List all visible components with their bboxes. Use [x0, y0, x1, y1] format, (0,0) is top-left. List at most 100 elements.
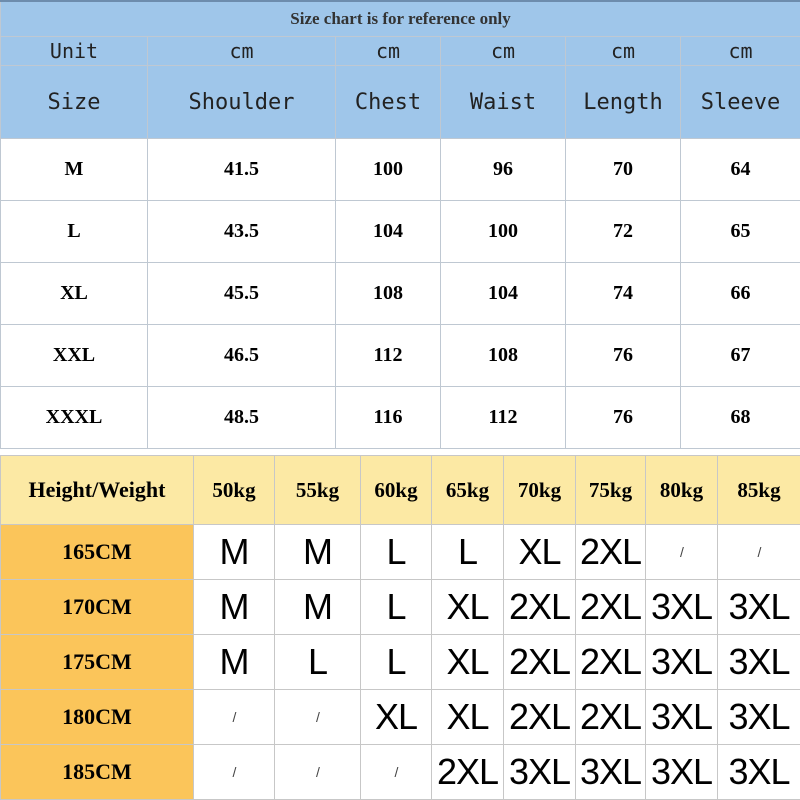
size-recommendation: 2XL — [575, 689, 646, 745]
size-recommendation: 3XL — [717, 634, 800, 690]
unit-cell: cm — [147, 36, 336, 66]
height-cell: 185CM — [0, 744, 194, 800]
size-recommendation: / — [193, 689, 275, 745]
table-caption: Size chart is for reference only — [0, 0, 800, 37]
table-cell: 100 — [335, 138, 441, 201]
table-cell: 66 — [679, 262, 800, 325]
weight-header: 65kg — [431, 455, 504, 525]
table-row: M 41.5 100 96 70 64 — [0, 138, 800, 201]
size-recommendation: 3XL — [645, 744, 718, 800]
height-cell: 175CM — [0, 634, 194, 690]
size-recommendation: 2XL — [575, 634, 646, 690]
size-cell: XXXL — [0, 386, 148, 449]
table-row: 185CM / / / 2XL 3XL 3XL 3XL 3XL — [0, 744, 800, 800]
table-cell: 108 — [335, 262, 441, 325]
size-recommendation: 2XL — [503, 634, 576, 690]
table-row: 170CM M M L XL 2XL 2XL 3XL 3XL — [0, 579, 800, 635]
unit-row: Unit cm cm cm cm cm — [0, 36, 800, 66]
size-recommendation: 3XL — [717, 744, 800, 800]
size-recommendation: XL — [431, 689, 504, 745]
table-cell: 74 — [565, 262, 681, 325]
table-row: 180CM / / XL XL 2XL 2XL 3XL 3XL — [0, 689, 800, 745]
size-recommendation: / — [274, 744, 361, 800]
table-cell: 104 — [440, 262, 566, 325]
size-cell: XL — [0, 262, 148, 325]
size-recommendation: L — [431, 524, 504, 580]
table-cell: 46.5 — [147, 324, 336, 387]
size-recommendation: XL — [431, 634, 504, 690]
unit-cell: cm — [440, 36, 566, 66]
size-recommendation: 3XL — [645, 689, 718, 745]
size-recommendation: M — [193, 634, 275, 690]
height-cell: 180CM — [0, 689, 194, 745]
height-weight-table: Height/Weight 50kg 55kg 60kg 65kg 70kg 7… — [0, 455, 800, 800]
table-cell: 100 — [440, 200, 566, 263]
column-header-sleeve: Sleeve — [679, 65, 800, 139]
size-recommendation: L — [360, 579, 432, 635]
table-row: 175CM M L L XL 2XL 2XL 3XL 3XL — [0, 634, 800, 690]
size-recommendation: M — [193, 524, 275, 580]
unit-label: Unit — [0, 36, 148, 66]
column-header-chest: Chest — [335, 65, 441, 139]
table-cell: 48.5 — [147, 386, 336, 449]
weight-header: 70kg — [503, 455, 576, 525]
weight-header: 50kg — [193, 455, 275, 525]
table-row: 165CM M M L L XL 2XL / / — [0, 524, 800, 580]
size-recommendation: 3XL — [575, 744, 646, 800]
table-cell: 45.5 — [147, 262, 336, 325]
size-recommendation: XL — [503, 524, 576, 580]
table-cell: 76 — [565, 386, 681, 449]
table-cell: 41.5 — [147, 138, 336, 201]
unit-cell: cm — [679, 36, 800, 66]
height-cell: 170CM — [0, 579, 194, 635]
size-recommendation: 3XL — [503, 744, 576, 800]
size-recommendation: / — [645, 524, 718, 580]
weight-header-row: Height/Weight 50kg 55kg 60kg 65kg 70kg 7… — [0, 455, 800, 525]
size-recommendation: 3XL — [645, 634, 718, 690]
column-header-size: Size — [0, 65, 148, 139]
size-recommendation: M — [193, 579, 275, 635]
column-header-waist: Waist — [440, 65, 566, 139]
column-header-row: Size Shoulder Chest Waist Length Sleeve — [0, 65, 800, 139]
table-cell: 108 — [440, 324, 566, 387]
height-weight-label: Height/Weight — [0, 455, 194, 525]
table-cell: 72 — [565, 200, 681, 263]
size-recommendation: 2XL — [431, 744, 504, 800]
table-cell: 70 — [565, 138, 681, 201]
size-recommendation: M — [274, 579, 361, 635]
size-recommendation: 3XL — [717, 689, 800, 745]
size-recommendation: M — [274, 524, 361, 580]
size-recommendation: / — [717, 524, 800, 580]
size-recommendation: XL — [360, 689, 432, 745]
size-recommendation: / — [360, 744, 432, 800]
weight-header: 60kg — [360, 455, 432, 525]
table-cell: 64 — [679, 138, 800, 201]
size-recommendation: L — [360, 634, 432, 690]
size-chart-image: Size chart is for reference only Unit cm… — [0, 0, 800, 800]
table-cell: 96 — [440, 138, 566, 201]
weight-header: 55kg — [274, 455, 361, 525]
size-cell: L — [0, 200, 148, 263]
table-cell: 112 — [440, 386, 566, 449]
size-cell: XXL — [0, 324, 148, 387]
size-recommendation: / — [274, 689, 361, 745]
size-cell: M — [0, 138, 148, 201]
size-recommendation: 3XL — [717, 579, 800, 635]
height-cell: 165CM — [0, 524, 194, 580]
size-recommendation: 2XL — [575, 579, 646, 635]
weight-header: 80kg — [645, 455, 718, 525]
size-recommendation: / — [193, 744, 275, 800]
table-cell: 67 — [679, 324, 800, 387]
size-recommendation: 3XL — [645, 579, 718, 635]
table-cell: 68 — [679, 386, 800, 449]
measurement-table: Size chart is for reference only Unit cm… — [0, 0, 800, 449]
size-recommendation: L — [274, 634, 361, 690]
size-recommendation: XL — [431, 579, 504, 635]
size-recommendation: L — [360, 524, 432, 580]
table-row: XL 45.5 108 104 74 66 — [0, 262, 800, 325]
table-cell: 76 — [565, 324, 681, 387]
unit-cell: cm — [335, 36, 441, 66]
weight-header: 75kg — [575, 455, 646, 525]
table-row: XXXL 48.5 116 112 76 68 — [0, 386, 800, 449]
size-recommendation: 2XL — [503, 689, 576, 745]
